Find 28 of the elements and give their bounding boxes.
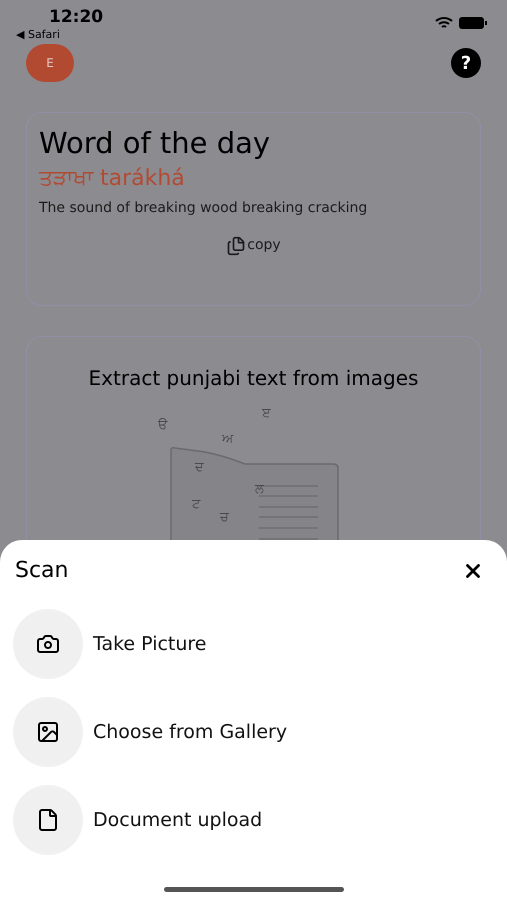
punjabi-letter: ੲ bbox=[262, 406, 271, 422]
option-label: Choose from Gallery bbox=[93, 720, 288, 745]
punjabi-letter: ਟ bbox=[192, 497, 200, 513]
copy-icon bbox=[226, 236, 246, 256]
punjabi-letter: ੳ bbox=[158, 418, 167, 434]
punjabi-letter: ਲ bbox=[255, 482, 264, 498]
card-title: Extract punjabi text from images bbox=[88, 365, 418, 392]
sheet-option[interactable]: Document upload bbox=[13, 785, 494, 855]
help-button[interactable]: ? bbox=[451, 48, 481, 78]
punjabi-letter: ਦ bbox=[195, 460, 204, 476]
copy-button[interactable]: copy bbox=[226, 235, 281, 256]
meaning-text: The sound of breaking wood breaking cracking bbox=[39, 199, 368, 218]
sheet-option[interactable]: Take Picture bbox=[13, 609, 494, 679]
camera-icon bbox=[36, 632, 60, 656]
back-to-app-link[interactable]: ◀ Safari bbox=[16, 28, 104, 42]
image-icon bbox=[36, 720, 60, 744]
document-icon bbox=[36, 808, 60, 832]
sheet-option[interactable]: Choose from Gallery bbox=[13, 697, 494, 767]
option-label: Document upload bbox=[93, 808, 262, 833]
sheet-title: Scan bbox=[15, 557, 68, 585]
clock: 12:20 bbox=[49, 6, 104, 28]
option-label: Take Picture bbox=[93, 632, 206, 657]
punjabi-letter: ਅ bbox=[222, 432, 233, 448]
wifi-icon bbox=[435, 16, 453, 29]
battery-icon bbox=[459, 16, 487, 28]
punjabi-letter: ਚ bbox=[220, 510, 229, 526]
card-title: Word of the day bbox=[39, 125, 272, 162]
word-text: ਤੜਾਖਾ tarákhá bbox=[39, 165, 186, 193]
